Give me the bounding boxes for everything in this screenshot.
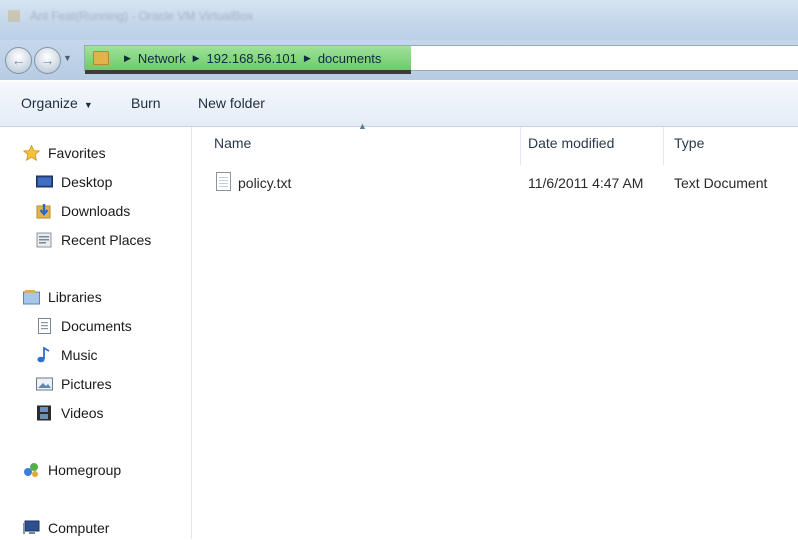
sidebar-item-label: Favorites [48,145,106,161]
homegroup-icon [23,462,40,478]
organize-label: Organize [21,95,78,111]
column-divider[interactable] [663,127,664,165]
breadcrumb-arrow-icon[interactable]: ▶ [193,53,200,64]
sidebar-item-downloads[interactable]: Downloads [36,199,130,223]
breadcrumb-network[interactable]: Network [138,51,186,66]
documents-icon [36,318,53,334]
breadcrumb-arrow-icon[interactable]: ▶ [124,53,131,64]
forward-arrow-icon: → [40,52,55,68]
organize-button[interactable]: Organize ▼ [21,95,93,111]
sidebar-item-recent-places[interactable]: Recent Places [36,228,151,252]
pictures-icon [36,376,53,392]
sidebar-item-pictures[interactable]: Pictures [36,372,112,396]
libraries-icon [23,289,40,305]
sidebar-item-label: Music [61,347,98,363]
chevron-down-icon: ▼ [83,100,93,110]
sidebar-item-computer[interactable]: Computer [23,516,109,540]
sidebar-item-music[interactable]: Music [36,343,98,367]
back-arrow-icon: ← [11,52,26,68]
command-bar: Organize ▼ Burn New folder [0,82,798,127]
breadcrumb: ▶ Network ▶ 192.168.56.101 ▶ documents [93,46,381,70]
window-title: Ant Feat(Running) - Oracle VM VirtualBox [30,9,254,23]
sidebar-item-label: Homegroup [48,462,122,478]
sidebar-item-label: Videos [61,405,104,421]
sort-ascending-icon: ▲ [358,121,367,131]
music-note-icon [36,346,53,363]
sidebar-item-label: Downloads [61,203,131,219]
sidebar-item-label: Libraries [48,289,102,305]
breadcrumb-documents[interactable]: documents [318,51,382,66]
sidebar-item-libraries[interactable]: Libraries [23,285,102,309]
star-icon [22,144,41,162]
recent-pages-dropdown[interactable]: ▼ [63,53,72,63]
new-folder-button[interactable]: New folder [198,95,265,111]
column-header-name[interactable]: Name [214,135,251,151]
forward-button[interactable]: → [34,47,61,74]
folder-icon [93,51,109,65]
app-icon [8,10,20,22]
sidebar-item-label: Documents [61,318,132,334]
sidebar-item-desktop[interactable]: Desktop [36,170,112,194]
column-header-date-modified[interactable]: Date modified [528,135,614,151]
address-progress-bar [85,70,411,74]
column-divider[interactable] [520,127,521,165]
sidebar-item-label: Pictures [61,376,112,392]
downloads-icon [36,203,53,219]
column-header-type[interactable]: Type [674,135,704,151]
recent-places-icon [36,232,53,248]
file-type: Text Document [674,175,768,191]
breadcrumb-ip[interactable]: 192.168.56.101 [207,51,297,66]
sidebar-item-label: Computer [48,520,110,536]
sidebar-item-label: Recent Places [61,232,152,248]
address-bar[interactable]: ▶ Network ▶ 192.168.56.101 ▶ documents [84,45,798,74]
sidebar-item-label: Desktop [61,174,113,190]
video-film-icon [36,405,53,421]
file-list: ▲ Name Date modified Type policy.txt 11/… [192,121,798,539]
back-button[interactable]: ← [5,47,32,74]
burn-button[interactable]: Burn [131,95,161,111]
breadcrumb-arrow-icon[interactable]: ▶ [304,53,311,64]
computer-icon [23,520,40,536]
file-name[interactable]: policy.txt [238,175,291,191]
file-date-modified: 11/6/2011 4:47 AM [528,175,644,191]
window-titlebar: Ant Feat(Running) - Oracle VM VirtualBox [0,0,798,40]
sidebar-item-homegroup[interactable]: Homegroup [23,458,121,482]
sidebar-item-videos[interactable]: Videos [36,401,104,425]
desktop-icon [36,174,53,190]
navigation-pane: Favorites Desktop Downloads Recent Place… [0,127,192,539]
sidebar-item-documents[interactable]: Documents [36,314,132,338]
text-file-icon [216,172,231,191]
sidebar-item-favorites[interactable]: Favorites [22,141,106,165]
